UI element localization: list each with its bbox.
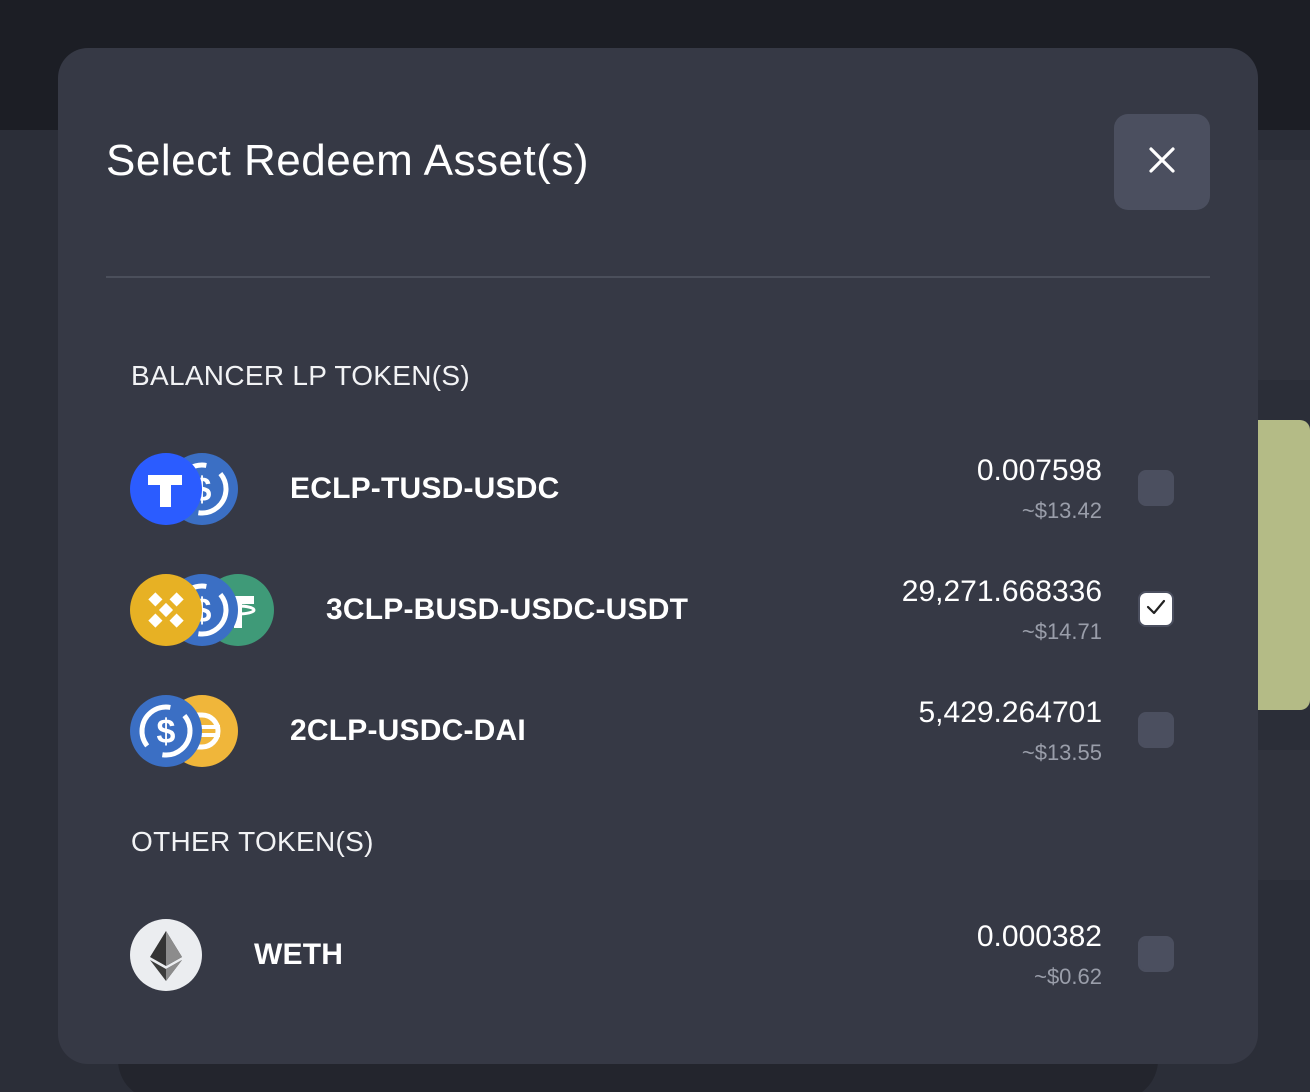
lp-tokens-section-label: BALANCER LP TOKEN(S) <box>131 360 471 391</box>
modal-divider <box>106 276 1210 278</box>
token-row-weth[interactable]: WETH 0.000382 ~$0.62 <box>130 910 1190 1000</box>
select-checkbox[interactable] <box>1138 712 1174 748</box>
busd-icon <box>130 574 202 646</box>
select-checkbox[interactable] <box>1138 591 1174 627</box>
token-row-eclp-tusd-usdc[interactable]: $ ECLP-TUSD-USDC 0.007598 ~$13.42 <box>130 444 1190 534</box>
modal-title: Select Redeem Asset(s) <box>106 136 589 185</box>
redeem-asset-modal: Select Redeem Asset(s) BALANCER LP TOKEN… <box>58 48 1258 1064</box>
eth-icon <box>130 919 202 991</box>
token-usd-value: ~$13.42 <box>1021 498 1102 523</box>
checkmark-icon <box>1144 595 1168 624</box>
token-usd-value: ~$14.71 <box>1021 619 1102 644</box>
token-name: ECLP-TUSD-USDC <box>290 472 560 505</box>
token-usd-value: ~$0.62 <box>1034 964 1102 989</box>
usdc-icon: $ <box>130 695 202 767</box>
other-tokens-section-label: OTHER TOKEN(S) <box>131 826 374 857</box>
token-row-3clp-busd-usdc-usdt[interactable]: $ 3CLP-BUSD-USDC-USDT 29,271.668336 ~$14… <box>130 565 1190 655</box>
token-row-2clp-usdc-dai[interactable]: $ 2CLP-USDC-DAI 5,429.264701 ~$13.55 <box>130 686 1190 776</box>
select-checkbox[interactable] <box>1138 936 1174 972</box>
select-checkbox[interactable] <box>1138 470 1174 506</box>
token-name: 3CLP-BUSD-USDC-USDT <box>326 593 689 626</box>
token-name: 2CLP-USDC-DAI <box>290 714 526 747</box>
token-usd-value: ~$13.55 <box>1021 740 1102 765</box>
token-amount: 0.007598 <box>976 454 1102 487</box>
close-button[interactable] <box>1114 114 1210 210</box>
tusd-icon <box>130 453 202 525</box>
token-amount: 29,271.668336 <box>901 575 1102 608</box>
token-amount: 0.000382 <box>976 920 1102 953</box>
token-name: WETH <box>254 938 344 971</box>
close-icon <box>1148 146 1176 179</box>
svg-text:$: $ <box>157 713 176 751</box>
token-amount: 5,429.264701 <box>918 696 1102 729</box>
